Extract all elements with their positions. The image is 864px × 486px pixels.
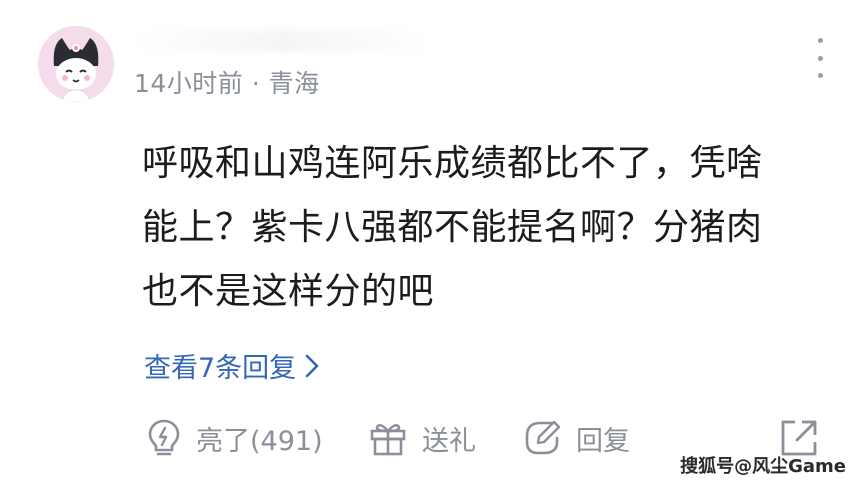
view-replies-label: 查看7条回复 bbox=[144, 353, 297, 384]
comment-line: 呼吸和山鸡连阿乐成绩都比不了，凭啥 bbox=[142, 143, 763, 184]
avatar[interactable] bbox=[38, 26, 114, 102]
cartoon-avatar-icon bbox=[38, 26, 114, 102]
more-options-icon[interactable] bbox=[808, 38, 832, 78]
gift-label: 送礼 bbox=[422, 425, 476, 457]
comment-line: 能上？紫卡八强都不能提名啊？分猪肉 bbox=[142, 207, 763, 248]
username-redacted bbox=[133, 30, 433, 52]
gift-button[interactable]: 送礼 bbox=[368, 412, 476, 464]
chevron-right-icon bbox=[305, 354, 319, 377]
reply-button[interactable]: 回复 bbox=[522, 412, 630, 464]
view-replies-link[interactable]: 查看7条回复 bbox=[144, 346, 320, 385]
reply-label: 回复 bbox=[576, 425, 630, 457]
like-count: 亮了(491) bbox=[196, 425, 323, 457]
comment-line: 也不是这样分的吧 bbox=[142, 271, 435, 312]
gift-icon bbox=[370, 424, 406, 456]
like-button[interactable]: 亮了(491) bbox=[146, 412, 323, 464]
comment-text: 呼吸和山鸡连阿乐成绩都比不了，凭啥 能上？紫卡八强都不能提名啊？分猪肉 也不是这… bbox=[142, 132, 822, 324]
edit-icon bbox=[525, 420, 561, 455]
lightbulb-icon bbox=[148, 419, 180, 456]
watermark: 搜狐号@风尘Game bbox=[680, 456, 846, 477]
comment-meta: 14小时前 · 青海 bbox=[134, 69, 320, 98]
